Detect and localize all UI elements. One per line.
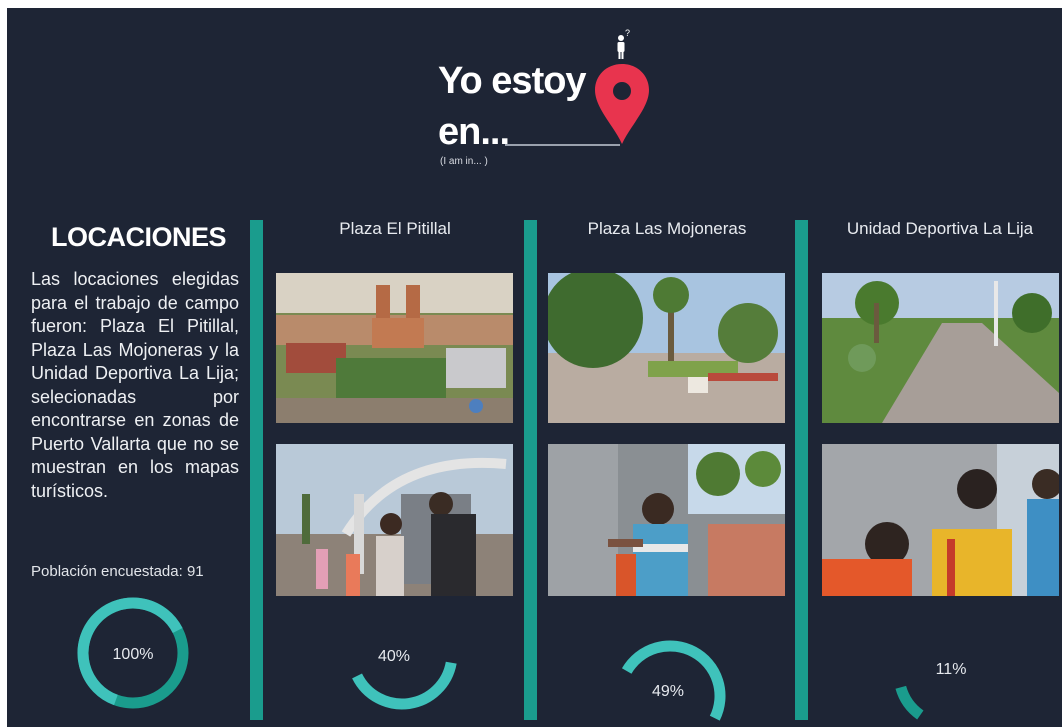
photo-plaza-mojoneras: [548, 273, 785, 423]
photo-plaza-pitillal-aerial: [276, 273, 513, 423]
title-line-2: en...: [438, 111, 510, 153]
poster-page: Yo estoy en... (I am in... ) ? LOCACIONE…: [0, 0, 1062, 727]
photo-unidad-deportiva: [822, 273, 1059, 423]
divider-bar: [250, 220, 263, 720]
divider-bar: [795, 220, 808, 720]
pitillal-percent-label: 40%: [377, 648, 411, 665]
location-title-pitillal: Plaza El Pitillal: [339, 219, 451, 238]
locations-description: Las locaciones elegidas para el trabajo …: [31, 269, 239, 501]
pitillal-donut-arc: [352, 661, 457, 710]
photo-mojoneras-child: [548, 444, 785, 596]
population-surveyed: Población encuestada: 91: [31, 563, 204, 580]
location-title-lalija: Unidad Deportiva La Lija: [846, 219, 1034, 238]
lalija-donut-arc: [895, 685, 924, 720]
divider-bar: [524, 220, 537, 720]
lalija-percent-label: 11%: [935, 661, 967, 678]
location-title-mojoneras: Plaza Las Mojoneras: [587, 219, 747, 238]
total-percent-label: 100%: [112, 646, 154, 663]
title-subtitle: (I am in... ): [440, 156, 488, 167]
mojoneras-percent-label: 49%: [651, 683, 685, 700]
photo-pitillal-participants: [276, 444, 513, 596]
locations-heading: LOCACIONES: [51, 222, 227, 252]
svg-text:?: ?: [625, 28, 630, 38]
photo-lalija-children: [822, 444, 1059, 596]
person-question-icon: ?: [617, 28, 630, 59]
title-line-1: Yo estoy: [438, 60, 587, 102]
map-pin-icon: ?: [592, 28, 652, 150]
